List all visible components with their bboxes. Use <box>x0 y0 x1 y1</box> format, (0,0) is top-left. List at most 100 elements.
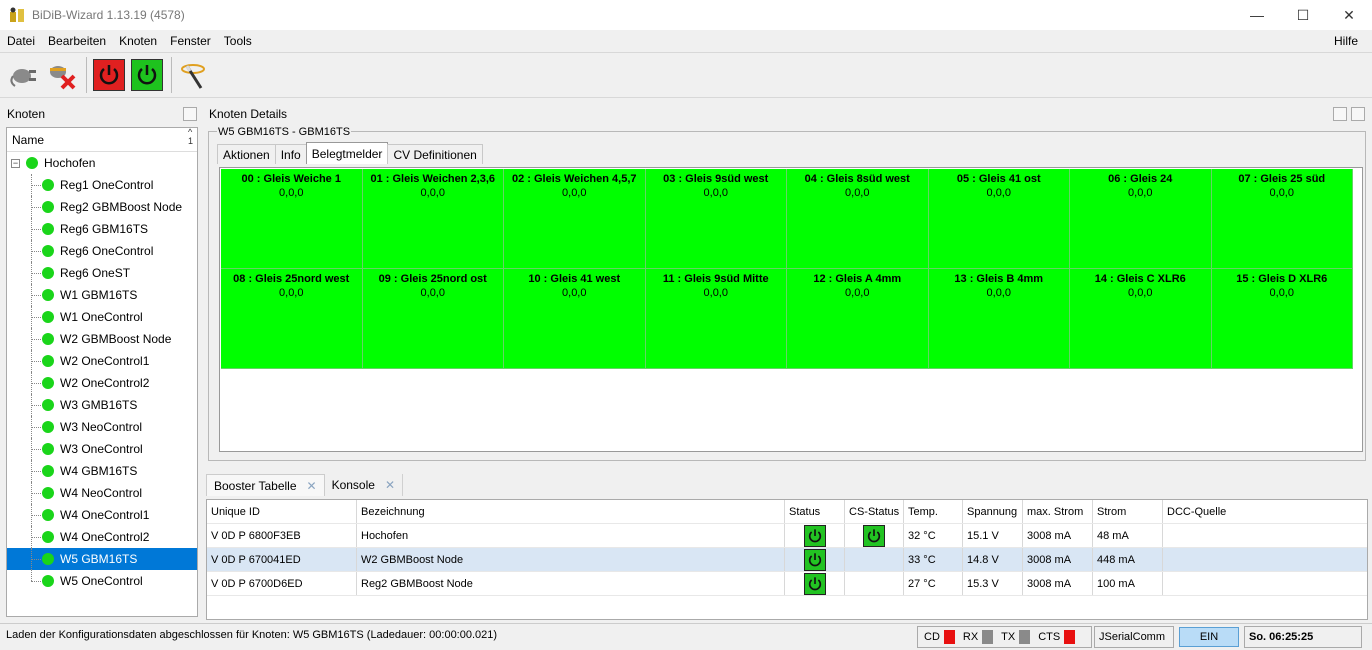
menu-bearbeiten[interactable]: Bearbeiten <box>42 34 112 48</box>
cell-dcc-quelle <box>1163 572 1367 595</box>
tree-node[interactable]: W1 GBM16TS <box>7 284 197 306</box>
tree-node[interactable]: W4 OneControl1 <box>7 504 197 526</box>
bottom-panel: Booster Tabelle ✕ Konsole ✕ Unique ID Be… <box>206 474 1368 620</box>
tree-node[interactable]: Reg2 GBMBoost Node <box>7 196 197 218</box>
window-title: BiDiB-Wizard 1.13.19 (4578) <box>32 8 185 22</box>
bottom-tabs: Booster Tabelle ✕ Konsole ✕ <box>206 474 1368 496</box>
tree-node[interactable]: Reg6 OneST <box>7 262 197 284</box>
tree-node[interactable]: W5 OneControl <box>7 570 197 592</box>
occupancy-cell[interactable]: 03 : Gleis 9süd west 0,0,0 <box>645 169 787 269</box>
tree-node[interactable]: W4 GBM16TS <box>7 460 197 482</box>
occupancy-cell[interactable]: 12 : Gleis A 4mm 0,0,0 <box>787 269 929 369</box>
occupancy-label: 14 : Gleis C XLR6 <box>1094 273 1186 285</box>
close-button[interactable]: ✕ <box>1326 0 1372 30</box>
occupancy-cell[interactable]: 10 : Gleis 41 west 0,0,0 <box>504 269 646 369</box>
wizard-button[interactable] <box>176 57 212 93</box>
cell-spannung: 14.8 V <box>963 548 1023 571</box>
occupancy-cell[interactable]: 08 : Gleis 25nord west 0,0,0 <box>221 269 363 369</box>
menu-datei[interactable]: Datei <box>1 34 41 48</box>
tab-aktionen[interactable]: Aktionen <box>217 144 276 164</box>
occupancy-cell[interactable]: 13 : Gleis B 4mm 0,0,0 <box>928 269 1070 369</box>
tree-node[interactable]: W4 OneControl2 <box>7 526 197 548</box>
tree-node-label: Reg6 OneControl <box>60 244 154 258</box>
tab-cv-definitionen[interactable]: CV Definitionen <box>387 144 483 164</box>
tab-booster-tabelle[interactable]: Booster Tabelle ✕ <box>206 474 325 496</box>
occupancy-cell[interactable]: 09 : Gleis 25nord ost 0,0,0 <box>362 269 504 369</box>
occupancy-cell[interactable]: 14 : Gleis C XLR6 0,0,0 <box>1070 269 1212 369</box>
tree-node[interactable]: Reg6 GBM16TS <box>7 218 197 240</box>
col-temp[interactable]: Temp. <box>904 500 963 523</box>
tab-info[interactable]: Info <box>274 144 307 164</box>
occupancy-cell[interactable]: 07 : Gleis 25 süd 0,0,0 <box>1211 169 1353 269</box>
menu-tools[interactable]: Tools <box>218 34 258 48</box>
tree-node[interactable]: W2 OneControl1 <box>7 350 197 372</box>
col-dcc-quelle[interactable]: DCC-Quelle <box>1163 500 1367 523</box>
col-unique-id[interactable]: Unique ID <box>207 500 357 523</box>
occupancy-value: 0,0,0 <box>420 187 445 199</box>
occupancy-label: 08 : Gleis 25nord west <box>233 273 350 285</box>
occupancy-cell[interactable]: 11 : Gleis 9süd Mitte 0,0,0 <box>645 269 787 369</box>
tree-node[interactable]: W1 OneControl <box>7 306 197 328</box>
tree-node[interactable]: Reg1 OneControl <box>7 174 197 196</box>
table-row[interactable]: V 0D P 670041ED W2 GBMBoost Node 33 °C 14.8… <box>207 548 1367 572</box>
table-row[interactable]: V 0D P 6700D6ED Reg2 GBMBoost Node 27 °C 15… <box>207 572 1367 596</box>
occupancy-cell[interactable]: 04 : Gleis 8süd west 0,0,0 <box>787 169 929 269</box>
occupancy-cell[interactable]: 15 : Gleis D XLR6 0,0,0 <box>1211 269 1353 369</box>
nodes-panel-title: Knoten <box>7 107 46 121</box>
close-tab-icon[interactable]: ✕ <box>307 479 317 493</box>
tab-konsole[interactable]: Konsole ✕ <box>325 474 403 496</box>
maximize-panel-icon[interactable] <box>1351 107 1365 121</box>
close-tab-icon[interactable]: ✕ <box>385 478 395 492</box>
tree-node[interactable]: W3 GMB16TS <box>7 394 197 416</box>
occupancy-value: 0,0,0 <box>420 287 445 299</box>
occupancy-label: 09 : Gleis 25nord ost <box>378 273 487 285</box>
power-off-icon <box>93 59 125 91</box>
menu-hilfe[interactable]: Hilfe <box>1328 34 1364 48</box>
maximize-panel-icon[interactable] <box>183 107 197 121</box>
tree-node[interactable]: W5 GBM16TS <box>7 548 197 570</box>
col-cs-status[interactable]: CS-Status <box>845 500 904 523</box>
model-time: So. 06:25:25 <box>1244 626 1362 648</box>
tree-node[interactable]: W2 GBMBoost Node <box>7 328 197 350</box>
power-off-button[interactable] <box>91 57 127 93</box>
cell-unique-id: V 0D P 6800F3EB <box>207 524 357 547</box>
booster-power-icon[interactable] <box>803 572 826 595</box>
col-strom[interactable]: Strom <box>1093 500 1163 523</box>
occupancy-cell[interactable]: 01 : Gleis Weichen 2,3,6 0,0,0 <box>362 169 504 269</box>
col-max-strom[interactable]: max. Strom <box>1023 500 1093 523</box>
col-bezeichnung[interactable]: Bezeichnung <box>357 500 785 523</box>
table-row[interactable]: V 0D P 6800F3EB Hochofen 32 °C 15.1 V 3008 m… <box>207 524 1367 548</box>
cell-bezeichnung: W2 GBMBoost Node <box>357 548 785 571</box>
tree-node[interactable]: W3 OneControl <box>7 438 197 460</box>
col-spannung[interactable]: Spannung <box>963 500 1023 523</box>
menu-knoten[interactable]: Knoten <box>113 34 163 48</box>
cs-power-icon[interactable] <box>863 524 885 547</box>
booster-power-icon[interactable] <box>803 548 826 571</box>
col-status[interactable]: Status <box>785 500 845 523</box>
power-on-button[interactable] <box>129 57 165 93</box>
disconnect-button[interactable] <box>44 57 80 93</box>
restore-panel-icon[interactable] <box>1333 107 1347 121</box>
tree-node[interactable]: W2 OneControl2 <box>7 372 197 394</box>
menu-fenster[interactable]: Fenster <box>164 34 217 48</box>
tree-node[interactable]: W4 NeoControl <box>7 482 197 504</box>
occupancy-label: 13 : Gleis B 4mm <box>954 273 1044 285</box>
tree-node[interactable]: W3 NeoControl <box>7 416 197 438</box>
tree-column-header[interactable]: Name ^ 1 <box>7 128 197 152</box>
power-state-indicator[interactable]: EIN <box>1179 627 1239 647</box>
tree-node[interactable]: Reg6 OneControl <box>7 240 197 262</box>
tab-belegtmelder[interactable]: Belegtmelder <box>305 142 389 164</box>
collapse-icon[interactable]: − <box>11 158 20 168</box>
occupancy-cell[interactable]: 02 : Gleis Weichen 4,5,7 0,0,0 <box>504 169 646 269</box>
connect-button[interactable] <box>6 57 42 93</box>
occupancy-cell[interactable]: 06 : Gleis 24 0,0,0 <box>1070 169 1212 269</box>
status-dot-icon <box>42 531 54 543</box>
tree-root-node[interactable]: − Hochofen <box>7 152 197 174</box>
booster-power-icon[interactable] <box>803 524 826 547</box>
status-dot-icon <box>42 333 54 345</box>
minimize-button[interactable]: — <box>1234 0 1280 30</box>
occupancy-cell[interactable]: 05 : Gleis 41 ost 0,0,0 <box>928 169 1070 269</box>
maximize-button[interactable]: ☐ <box>1280 0 1326 30</box>
occupancy-cell[interactable]: 00 : Gleis Weiche 1 0,0,0 <box>221 169 363 269</box>
led-cd <box>943 630 955 644</box>
